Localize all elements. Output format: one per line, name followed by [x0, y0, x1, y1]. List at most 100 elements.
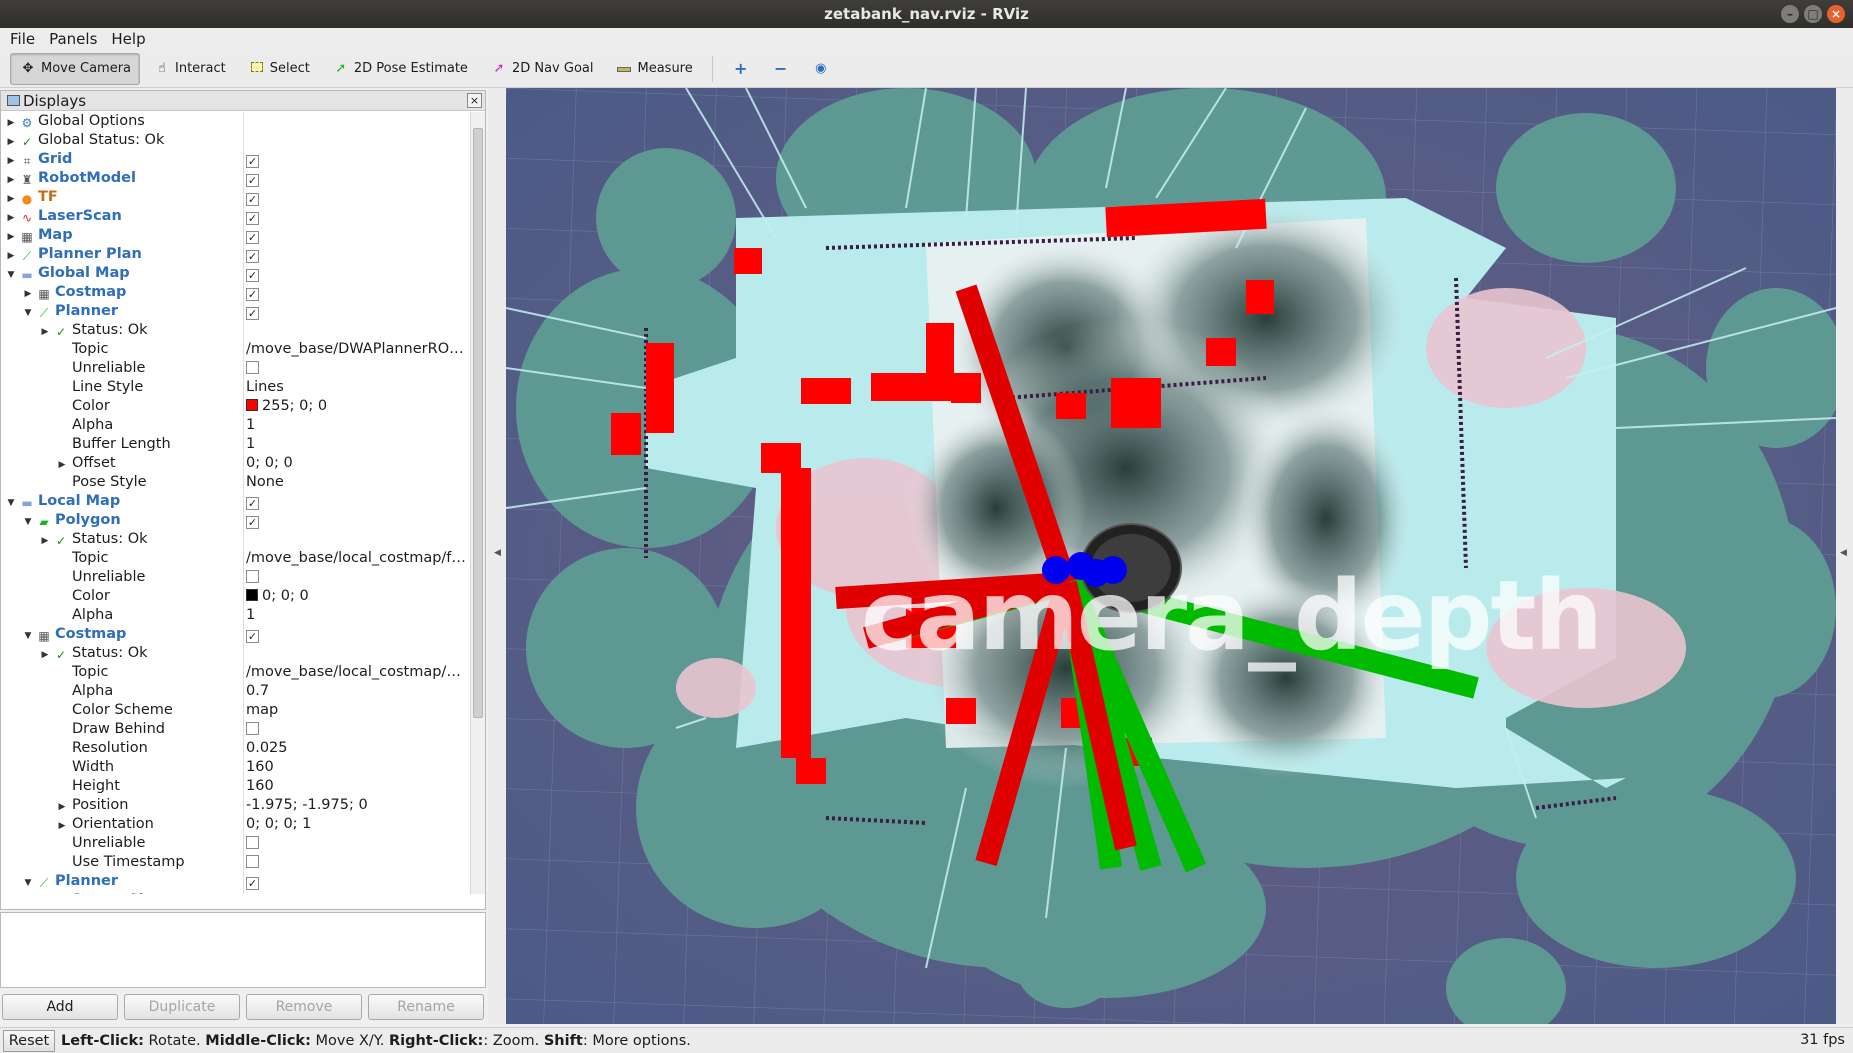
checkbox-checked[interactable]: ✓ — [246, 250, 259, 263]
collapse-right-icon[interactable]: ◀ — [1840, 548, 1847, 558]
checkbox-unchecked[interactable] — [246, 361, 259, 374]
remove-tool-button[interactable]: − — [763, 53, 799, 85]
tree-row[interactable]: ▼ ⟋ Planner ✓ — [1, 302, 471, 321]
tree-row-value[interactable]: ✓ — [246, 245, 468, 264]
checkbox-unchecked[interactable] — [246, 836, 259, 849]
checkbox-checked[interactable]: ✓ — [246, 307, 259, 320]
add-button[interactable]: Add — [2, 994, 118, 1020]
tree-row[interactable]: Alpha 1 — [1, 606, 471, 625]
interact-button[interactable]: ☝ Interact — [144, 53, 235, 85]
tree-row-value[interactable]: Lines — [246, 378, 468, 397]
tree-row[interactable]: ▶ ● TF ✓ — [1, 188, 471, 207]
checkbox-checked[interactable]: ✓ — [246, 212, 259, 225]
checkbox-checked[interactable]: ✓ — [246, 193, 259, 206]
tree-row-value[interactable] — [246, 834, 468, 853]
tree-row[interactable]: Unreliable — [1, 834, 471, 853]
tree-row[interactable]: ▶ Orientation 0; 0; 0; 1 — [1, 815, 471, 834]
tree-row-value[interactable]: ✓ — [246, 511, 468, 530]
tree-row-value[interactable]: ✓ — [246, 169, 468, 188]
tree-row-value[interactable]: 0; 0; 0 — [246, 587, 468, 606]
tree-row[interactable]: Color 0; 0; 0 — [1, 587, 471, 606]
checkbox-checked[interactable]: ✓ — [246, 231, 259, 244]
tree-row[interactable]: Topic/move_base/local_costmap/fo... — [1, 549, 471, 568]
tree-row[interactable]: ▶ ♜ RobotModel ✓ — [1, 169, 471, 188]
tree-row[interactable]: Color 255; 0; 0 — [1, 397, 471, 416]
panel-close-icon[interactable]: × — [467, 93, 482, 108]
tree-row-value[interactable]: ✓ — [246, 625, 468, 644]
select-button[interactable]: Select — [239, 53, 319, 85]
duplicate-button[interactable]: Duplicate — [124, 994, 240, 1020]
tree-row-value[interactable]: ✓ — [246, 283, 468, 302]
displays-scrollbar[interactable] — [470, 112, 485, 894]
minimize-icon[interactable]: – — [1781, 5, 1799, 23]
tree-row[interactable]: ▶ ⚙ Global Options — [1, 112, 471, 131]
tree-row-value[interactable]: ✓ — [246, 872, 468, 891]
tree-row-value[interactable]: /move_base/local_costmap/co... — [246, 663, 468, 682]
tree-row-value[interactable]: 160 — [246, 777, 468, 796]
tree-row-value[interactable]: None — [246, 473, 468, 492]
checkbox-checked[interactable]: ✓ — [246, 288, 259, 301]
color-swatch[interactable] — [246, 589, 258, 601]
tree-row-value[interactable]: 255; 0; 0 — [246, 397, 468, 416]
maximize-icon[interactable]: □ — [1804, 5, 1822, 23]
checkbox-checked[interactable]: ✓ — [246, 174, 259, 187]
checkbox-checked[interactable]: ✓ — [246, 497, 259, 510]
tree-row[interactable]: ▶✓Status: Ok — [1, 891, 471, 894]
tree-row-value[interactable]: ✓ — [246, 264, 468, 283]
tree-row[interactable]: ▶✓Status: Ok — [1, 530, 471, 549]
checkbox-unchecked[interactable] — [246, 570, 259, 583]
tree-row-value[interactable]: 1 — [246, 416, 468, 435]
checkbox-unchecked[interactable] — [246, 722, 259, 735]
tree-row-value[interactable] — [246, 853, 468, 872]
tree-row[interactable]: ▼ ▬ Global Map ✓ — [1, 264, 471, 283]
color-swatch[interactable] — [246, 399, 258, 411]
tree-row[interactable]: Topic/move_base/local_costmap/co... — [1, 663, 471, 682]
tree-row-value[interactable]: 1 — [246, 606, 468, 625]
tree-row[interactable]: Draw Behind — [1, 720, 471, 739]
tree-row[interactable]: ▶ Position -1.975; -1.975; 0 — [1, 796, 471, 815]
checkbox-unchecked[interactable] — [246, 855, 259, 868]
camera-type-button[interactable]: ◉ — [803, 53, 839, 85]
tree-row-value[interactable] — [246, 359, 468, 378]
pose-estimate-button[interactable]: ➚ 2D Pose Estimate — [323, 53, 477, 85]
tree-row-value[interactable]: 1 — [246, 435, 468, 454]
tree-row-value[interactable]: ✓ — [246, 150, 468, 169]
tree-row[interactable]: ▶✓Status: Ok — [1, 644, 471, 663]
tree-row[interactable]: Width 160 — [1, 758, 471, 777]
tree-row[interactable]: Topic/move_base/DWAPlannerROS... — [1, 340, 471, 359]
measure-button[interactable]: Measure — [606, 53, 701, 85]
tree-row[interactable]: Buffer Length 1 — [1, 435, 471, 454]
tree-row[interactable]: ▼ ▦ Costmap ✓ — [1, 625, 471, 644]
tree-row-value[interactable]: ✓ — [246, 226, 468, 245]
tree-row-value[interactable]: ✓ — [246, 492, 468, 511]
scrollbar-thumb[interactable] — [473, 128, 483, 718]
tree-row[interactable]: ▶✓Status: Ok — [1, 321, 471, 340]
tree-row-value[interactable]: ✓ — [246, 188, 468, 207]
tree-row-value[interactable] — [246, 568, 468, 587]
menu-help[interactable]: Help — [107, 28, 149, 50]
tree-row[interactable]: ▼ ⟋ Planner ✓ — [1, 872, 471, 891]
checkbox-checked[interactable]: ✓ — [246, 877, 259, 890]
tree-row-value[interactable]: /move_base/DWAPlannerROS... — [246, 340, 468, 359]
tree-row[interactable]: Alpha 1 — [1, 416, 471, 435]
tree-row[interactable]: Line Style Lines — [1, 378, 471, 397]
collapse-left-icon[interactable]: ◀ — [494, 548, 501, 558]
tree-row[interactable]: ▶ ▦ Costmap ✓ — [1, 283, 471, 302]
move-camera-button[interactable]: ✥ Move Camera — [10, 52, 141, 85]
checkbox-checked[interactable]: ✓ — [246, 516, 259, 529]
expand-right-icon[interactable]: ▶ — [39, 893, 51, 894]
close-icon[interactable]: × — [1827, 5, 1845, 23]
tree-row[interactable]: ▶ ⌗ Grid ✓ — [1, 150, 471, 169]
tree-row[interactable]: Resolution 0.025 — [1, 739, 471, 758]
tree-row[interactable]: ▶ ✓ Global Status: Ok — [1, 131, 471, 150]
tree-row[interactable]: ▼ ▬ Local Map ✓ — [1, 492, 471, 511]
checkbox-checked[interactable]: ✓ — [246, 269, 259, 282]
tree-row-value[interactable]: 0.7 — [246, 682, 468, 701]
tree-row-value[interactable]: -1.975; -1.975; 0 — [246, 796, 468, 815]
reset-button[interactable]: Reset — [3, 1029, 55, 1052]
tree-row-value[interactable]: map — [246, 701, 468, 720]
tree-row-value[interactable]: 0; 0; 0; 1 — [246, 815, 468, 834]
tree-row[interactable]: Unreliable — [1, 359, 471, 378]
nav-goal-button[interactable]: ➚ 2D Nav Goal — [481, 53, 603, 85]
render-viewport[interactable]: camera_depth — [506, 88, 1836, 1024]
